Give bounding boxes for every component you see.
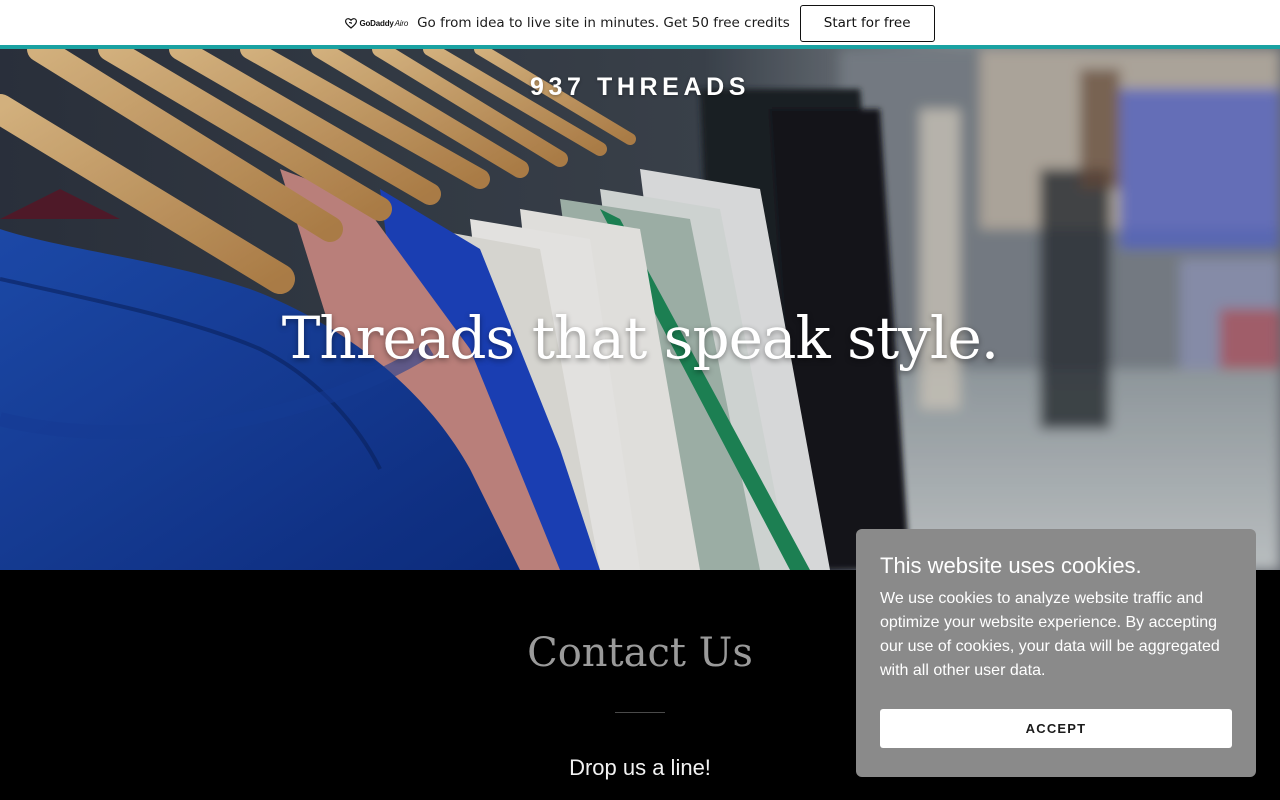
logo-brand: GoDaddyAiro bbox=[359, 18, 409, 28]
cookie-title: This website uses cookies. bbox=[880, 553, 1142, 578]
promo-banner: GoDaddyAiro Go from idea to live site in… bbox=[0, 0, 1280, 46]
promo-accent-line bbox=[0, 45, 1280, 49]
start-for-free-button[interactable]: Start for free bbox=[799, 4, 935, 42]
section-divider bbox=[615, 712, 665, 713]
hero-headline: Threads that speak style. bbox=[281, 304, 1000, 372]
cookie-banner: This website uses cookies. We use cookie… bbox=[856, 529, 1256, 777]
accept-cookies-button[interactable]: ACCEPT bbox=[880, 709, 1232, 748]
godaddy-heart-icon bbox=[345, 17, 358, 29]
site-logo[interactable]: 937 THREADS bbox=[0, 73, 1280, 102]
promo-message: Go from idea to live site in minutes. Ge… bbox=[417, 15, 790, 31]
hero-section: 937 THREADS Threads that speak style. bbox=[0, 49, 1280, 570]
cookie-body: We use cookies to analyze website traffi… bbox=[880, 590, 1220, 679]
godaddy-airo-logo[interactable]: GoDaddyAiro bbox=[345, 15, 408, 31]
